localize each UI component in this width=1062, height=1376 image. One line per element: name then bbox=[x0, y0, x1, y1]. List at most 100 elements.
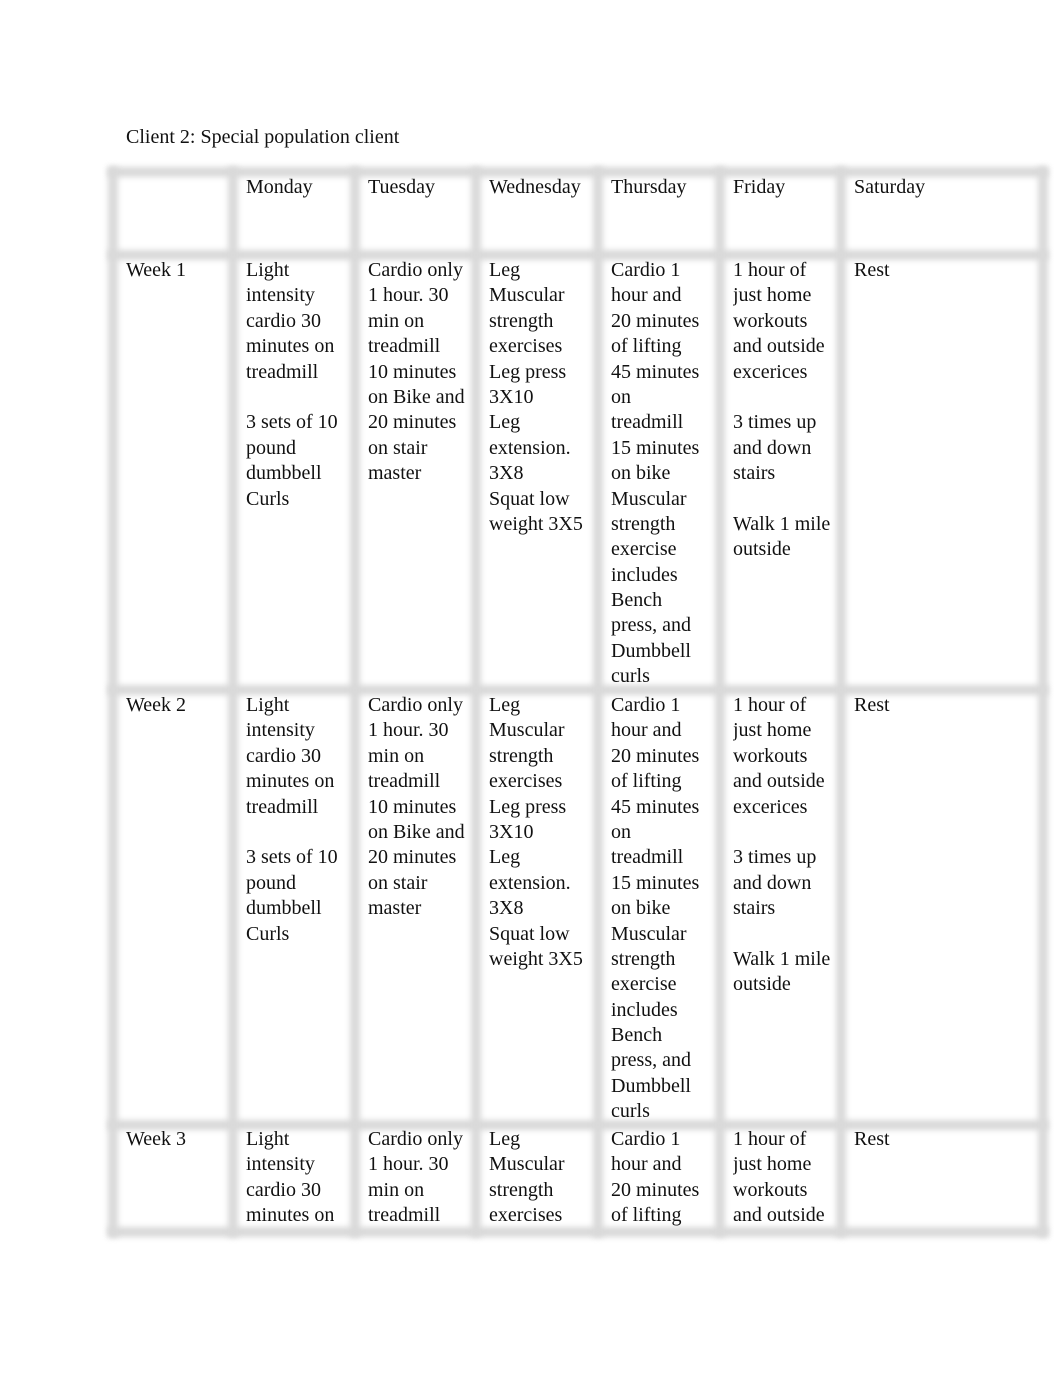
table-gridline-vertical bbox=[593, 167, 603, 1237]
cell-text-line: and outside bbox=[733, 335, 825, 358]
cell-text-line: Muscular bbox=[489, 719, 565, 742]
row-label-cell: Week 1 bbox=[126, 258, 186, 688]
cell-text-line: 3 times up bbox=[733, 411, 817, 434]
cell-text-line: Light bbox=[246, 694, 290, 716]
cell-text-line: stairs bbox=[733, 462, 776, 485]
cell-text-line: and outside bbox=[733, 1204, 825, 1227]
header-cell-tuesday: Tuesday bbox=[368, 175, 435, 235]
cell-text-line: press, and bbox=[611, 1049, 691, 1072]
cell-text-line: on bbox=[611, 385, 631, 408]
cell-text-line: stairs bbox=[733, 897, 776, 920]
cell-text-line: Leg bbox=[489, 846, 521, 869]
cell-text-line: Rest bbox=[854, 1128, 890, 1150]
cell-text-line: treadmill bbox=[611, 846, 684, 869]
cell-text-line: Muscular bbox=[611, 487, 687, 510]
cell-text-line: excerices bbox=[733, 795, 808, 818]
cell-text-line: press, and bbox=[611, 614, 691, 637]
cell-text-line: exercise bbox=[611, 538, 677, 561]
cell-text-line: minutes on bbox=[246, 335, 335, 358]
header-cell-saturday: Saturday bbox=[854, 175, 925, 235]
cell-text-line: excerices bbox=[733, 360, 808, 383]
cell-text-line: Walk 1 mile bbox=[733, 512, 831, 535]
cell-text-line: on bike bbox=[611, 897, 671, 920]
cell-text-line: 1 hour. 30 bbox=[368, 719, 449, 742]
cell-text-line: pound bbox=[246, 871, 296, 894]
row-label-cell: Week 3 bbox=[126, 1127, 186, 1230]
schedule-cell-tuesday: Cardio only 1 hour. 30 min on treadmill 10 m… bbox=[368, 258, 465, 688]
schedule-cell-saturday: Rest bbox=[854, 258, 890, 688]
cell-text-line bbox=[733, 385, 830, 410]
schedule-cell-friday: 1 hour of just home workouts and outside exc… bbox=[733, 258, 830, 688]
cell-text-line: Light bbox=[246, 1128, 290, 1150]
cell-text-line: 1 hour of bbox=[733, 1128, 807, 1150]
cell-text-line: cardio 30 bbox=[246, 309, 321, 332]
cell-text-line: 1 hour of bbox=[733, 259, 807, 281]
cell-text-line: 15 minutes bbox=[611, 871, 700, 894]
cell-text-line: hour and bbox=[611, 719, 682, 742]
cell-text-line: dumbbell bbox=[246, 462, 322, 485]
row-label-cell: Week 2 bbox=[126, 693, 186, 1123]
table-gridline-vertical bbox=[228, 167, 238, 1237]
cell-text-line: 1 hour. 30 bbox=[368, 284, 449, 307]
document-title: Client 2: Special population client bbox=[126, 126, 400, 148]
table-gridline-vertical bbox=[350, 167, 360, 1237]
cell-text-line: Squat low bbox=[489, 922, 570, 945]
cell-text-line: weight 3X5 bbox=[489, 512, 583, 535]
cell-text-line: 20 minutes bbox=[611, 309, 700, 332]
header-label: Tuesday bbox=[368, 176, 436, 198]
cell-text-line: min on bbox=[368, 1178, 425, 1201]
cell-text-line: 3X8 bbox=[489, 462, 524, 485]
header-cell-monday: Monday bbox=[246, 175, 313, 235]
cell-text-line: and down bbox=[733, 871, 812, 894]
schedule-cell-friday: 1 hour of just home workouts and outside bbox=[733, 1127, 825, 1230]
cell-text-line: Muscular bbox=[611, 922, 687, 945]
cell-text-line: of lifting bbox=[611, 1204, 682, 1227]
header-label: Wednesday bbox=[489, 176, 581, 198]
cell-text-line: includes bbox=[611, 998, 678, 1021]
header-label: Saturday bbox=[854, 176, 926, 198]
cell-text-line: Dumbbell bbox=[611, 639, 691, 662]
cell-text-line: just home bbox=[733, 1153, 812, 1176]
table-gridline-vertical bbox=[836, 167, 846, 1237]
schedule-cell-wednesday: Leg Muscular strength exercises Leg press 3X1… bbox=[489, 693, 583, 1123]
cell-text-line: treadmill bbox=[368, 770, 441, 793]
week-label: Week 1 bbox=[126, 259, 187, 281]
cell-text-line: 3X10 bbox=[489, 820, 534, 843]
header-label: Friday bbox=[733, 176, 786, 198]
cell-text-line: 3X10 bbox=[489, 385, 534, 408]
cell-text-line: master bbox=[368, 897, 422, 920]
cell-text-line: 20 minutes bbox=[368, 846, 457, 869]
cell-text-line: Curls bbox=[246, 922, 290, 945]
cell-text-line: 20 minutes bbox=[611, 1178, 700, 1201]
cell-text-line: exercises bbox=[489, 770, 563, 793]
table-gridline-vertical bbox=[108, 167, 118, 1237]
cell-text-line bbox=[733, 487, 830, 512]
cell-text-line: includes bbox=[611, 563, 678, 586]
cell-text-line: Walk 1 mile bbox=[733, 947, 831, 970]
cell-text-line: master bbox=[368, 462, 422, 485]
header-cell-friday: Friday bbox=[733, 175, 785, 235]
cell-text-line: of lifting bbox=[611, 335, 682, 358]
cell-text-line: on stair bbox=[368, 871, 428, 894]
cell-text-line: minutes on bbox=[246, 770, 335, 793]
schedule-cell-monday: Light intensity cardio 30 minutes on treadmi… bbox=[246, 258, 338, 688]
cell-text-line: 15 minutes bbox=[611, 436, 700, 459]
cell-text-line: on stair bbox=[368, 436, 428, 459]
cell-text-line: exercises bbox=[489, 335, 563, 358]
cell-text-line: on bike bbox=[611, 462, 671, 485]
cell-text-line: cardio 30 bbox=[246, 744, 321, 767]
cell-text-line: strength bbox=[611, 512, 676, 535]
cell-text-line: exercise bbox=[611, 973, 677, 996]
cell-text-line: min on bbox=[368, 309, 425, 332]
cell-text-line: 3 sets of 10 bbox=[246, 411, 338, 434]
cell-text-line: Muscular bbox=[489, 1153, 565, 1176]
schedule-cell-thursday: Cardio 1 hour and 20 minutes of lifting 45 m… bbox=[611, 258, 699, 688]
cell-text-line: 1 hour of bbox=[733, 694, 807, 716]
cell-text-line: on Bike and bbox=[368, 385, 465, 408]
table-gridline-vertical bbox=[715, 167, 725, 1237]
cell-text-line: min on bbox=[368, 744, 425, 767]
cell-text-line: 10 minutes bbox=[368, 795, 457, 818]
cell-text-line: Light bbox=[246, 259, 290, 281]
cell-text-line: intensity bbox=[246, 719, 315, 742]
cell-text-line: strength bbox=[489, 309, 554, 332]
